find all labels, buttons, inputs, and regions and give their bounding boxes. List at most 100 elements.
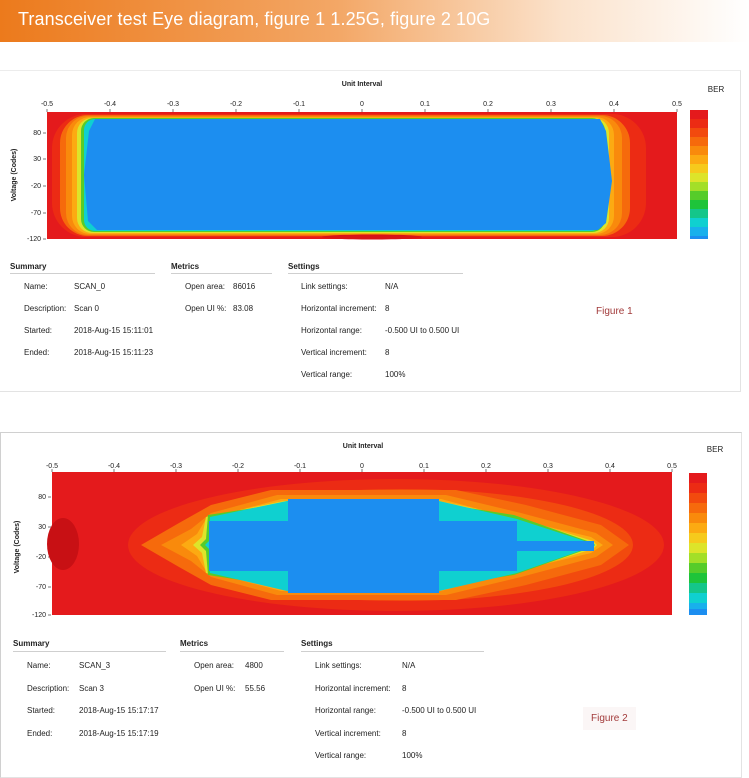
eye-heatmap-1 [47, 112, 677, 240]
summary-label: Ended: [24, 348, 50, 357]
summary-value: SCAN_3 [79, 661, 111, 670]
metrics-divider [171, 273, 272, 274]
eye-scan-panel-2: Unit Interval -0.5 -0.4 -0.3 -0.2 -0.1 0… [0, 432, 742, 778]
metrics-label: Open UI %: [194, 684, 236, 693]
settings-value: -0.500 UI to 0.500 UI [385, 326, 460, 335]
settings-value: 8 [402, 729, 407, 738]
x-tick-label: 0.1 [419, 463, 429, 470]
settings-value: N/A [402, 661, 416, 670]
x-tick-label: 0.1 [420, 101, 430, 108]
settings-value: N/A [385, 282, 399, 291]
x-tick-label: 0.5 [667, 463, 677, 470]
metrics-value: 55.56 [245, 684, 266, 693]
summary-divider [10, 273, 155, 274]
eye-diagram-chart-1: Unit Interval -0.5 -0.4 -0.3 -0.2 -0.1 0… [11, 81, 725, 243]
metrics-label: Open area: [194, 661, 235, 670]
summary-value: SCAN_0 [74, 282, 106, 291]
settings-label: Horizontal range: [301, 326, 362, 335]
metrics-value: 4800 [245, 661, 263, 670]
summary-label: Started: [24, 326, 53, 335]
eye-scan-panel-1: Unit Interval -0.5 -0.4 -0.3 -0.2 -0.1 0… [0, 70, 741, 392]
summary-label: Ended: [27, 729, 53, 738]
x-tick-label: -0.3 [167, 101, 179, 108]
x-tick-label: 0 [360, 463, 364, 470]
x-tick-label: 0.2 [483, 101, 493, 108]
settings-value: 100% [385, 370, 406, 379]
figure-label: Figure 2 [583, 707, 636, 730]
ber-color-scale [690, 110, 708, 239]
metrics-value: 83.08 [233, 304, 254, 313]
settings-title: Settings [288, 262, 320, 271]
settings-label: Link settings: [301, 282, 348, 291]
y-tick-label: -70 [31, 210, 41, 217]
settings-label: Vertical increment: [315, 729, 381, 738]
x-tick-label: 0.4 [605, 463, 615, 470]
page-title: Transceiver test Eye diagram, figure 1 1… [18, 9, 491, 29]
x-tick-label: 0.3 [546, 101, 556, 108]
x-tick-label: -0.5 [41, 101, 53, 108]
x-tick-label: 0.2 [481, 463, 491, 470]
metrics-title: Metrics [171, 262, 200, 271]
ber-color-scale [689, 473, 707, 615]
settings-label: Vertical range: [315, 751, 367, 760]
y-tick-label: -70 [36, 584, 46, 591]
x-tick-label: -0.3 [170, 463, 182, 470]
settings-label: Vertical range: [301, 370, 353, 379]
settings-label: Vertical increment: [301, 348, 367, 357]
x-tick-label: -0.4 [104, 101, 116, 108]
summary-value: 2018-Aug-15 15:17:17 [79, 706, 159, 715]
x-tick-label: -0.1 [293, 101, 305, 108]
settings-value: -0.500 UI to 0.500 UI [402, 706, 477, 715]
summary-title: Summary [13, 639, 50, 648]
y-tick-label: -120 [27, 236, 41, 243]
y-tick-label: 80 [38, 494, 46, 501]
settings-label: Horizontal increment: [301, 304, 377, 313]
settings-divider [288, 273, 463, 274]
header-banner: Transceiver test Eye diagram, figure 1 1… [0, 0, 749, 42]
x-tick-label: 0.5 [672, 101, 682, 108]
settings-value: 100% [402, 751, 423, 760]
summary-value: 2018-Aug-15 15:11:01 [74, 326, 154, 335]
chart-title: Unit Interval [342, 81, 383, 88]
settings-label: Horizontal increment: [315, 684, 391, 693]
summary-label: Description: [24, 304, 67, 313]
x-tick-label: -0.5 [46, 463, 58, 470]
summary-divider [13, 651, 166, 652]
summary-value: 2018-Aug-15 15:17:19 [79, 729, 159, 738]
y-tick-label: -120 [32, 612, 46, 619]
y-tick-label: 30 [33, 156, 41, 163]
x-tick-label: 0 [360, 101, 364, 108]
figure-label: Figure 1 [596, 306, 633, 317]
metrics-divider [180, 651, 284, 652]
metrics-label: Open UI %: [185, 304, 227, 313]
summary-title: Summary [10, 262, 47, 271]
legend-title: BER [708, 85, 725, 94]
chart-title: Unit Interval [343, 443, 384, 450]
y-tick-label: 30 [38, 524, 46, 531]
y-tick-label: -20 [36, 554, 46, 561]
metrics-title: Metrics [180, 639, 209, 648]
settings-value: 8 [402, 684, 407, 693]
settings-label: Horizontal range: [315, 706, 376, 715]
summary-label: Description: [27, 684, 70, 693]
x-tick-label: 0.3 [543, 463, 553, 470]
summary-value: Scan 0 [74, 304, 99, 313]
x-tick-label: -0.2 [230, 101, 242, 108]
summary-label: Name: [27, 661, 51, 670]
y-axis-label: Voltage (Codes) [14, 521, 21, 574]
summary-value: Scan 3 [79, 684, 104, 693]
y-tick-label: 80 [33, 130, 41, 137]
summary-label: Name: [24, 282, 48, 291]
y-axis-label: Voltage (Codes) [11, 149, 18, 202]
y-tick-label: -20 [31, 183, 41, 190]
metrics-label: Open area: [185, 282, 226, 291]
legend-title: BER [707, 445, 724, 454]
settings-value: 8 [385, 348, 390, 357]
x-tick-label: -0.4 [108, 463, 120, 470]
settings-divider [301, 651, 484, 652]
eye-heatmap-2 [47, 472, 672, 615]
summary-value: 2018-Aug-15 15:11:23 [74, 348, 154, 357]
x-tick-label: -0.1 [294, 463, 306, 470]
metrics-value: 86016 [233, 282, 256, 291]
x-tick-label: 0.4 [609, 101, 619, 108]
